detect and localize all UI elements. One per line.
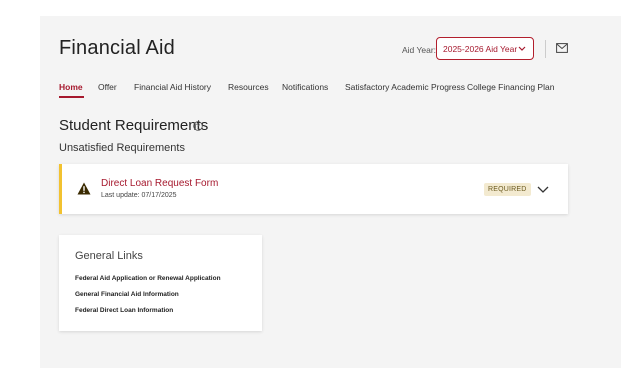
- tab-offer[interactable]: Offer: [98, 82, 117, 92]
- tab-college-financing-plan[interactable]: College Financing Plan: [467, 82, 554, 92]
- required-badge: REQUIRED: [484, 183, 531, 196]
- link-federal-aid-application[interactable]: Federal Aid Application or Renewal Appli…: [75, 275, 221, 282]
- active-tab-indicator: [59, 96, 84, 98]
- unsatisfied-requirements-heading: Unsatisfied Requirements: [59, 142, 185, 154]
- requirement-title-link[interactable]: Direct Loan Request Form: [101, 178, 218, 189]
- tab-resources[interactable]: Resources: [228, 82, 269, 92]
- aid-year-select[interactable]: 2025-2026 Aid Year: [436, 37, 534, 60]
- chevron-down-icon[interactable]: [536, 182, 550, 196]
- page-title: Financial Aid: [59, 37, 175, 59]
- tab-home[interactable]: Home: [59, 82, 83, 92]
- app-root: Financial Aid Aid Year: 2025-2026 Aid Ye…: [0, 0, 629, 370]
- tab-satisfactory-academic-progress[interactable]: Satisfactory Academic Progress: [345, 82, 465, 92]
- mail-icon[interactable]: [556, 43, 568, 53]
- requirement-card[interactable]: Direct Loan Request Form Last update: 07…: [59, 164, 568, 214]
- tab-notifications[interactable]: Notifications: [282, 82, 328, 92]
- help-circle-icon[interactable]: [193, 121, 203, 131]
- link-general-financial-aid-info[interactable]: General Financial Aid Information: [75, 291, 179, 298]
- general-links-title: General Links: [75, 250, 143, 262]
- header-divider: [545, 40, 546, 58]
- warning-accent-bar: [59, 164, 62, 214]
- aid-year-label: Aid Year:: [402, 45, 437, 55]
- warning-icon: [77, 182, 91, 195]
- tab-financial-aid-history[interactable]: Financial Aid History: [134, 82, 211, 92]
- section-title: Student Requirements: [59, 117, 209, 134]
- requirement-last-update: Last update: 07/17/2025: [101, 192, 177, 199]
- chevron-down-icon: [518, 46, 526, 51]
- general-links-card: General Links Federal Aid Application or…: [59, 235, 262, 331]
- aid-year-value: 2025-2026 Aid Year: [443, 43, 518, 54]
- link-federal-direct-loan-info[interactable]: Federal Direct Loan Information: [75, 307, 173, 314]
